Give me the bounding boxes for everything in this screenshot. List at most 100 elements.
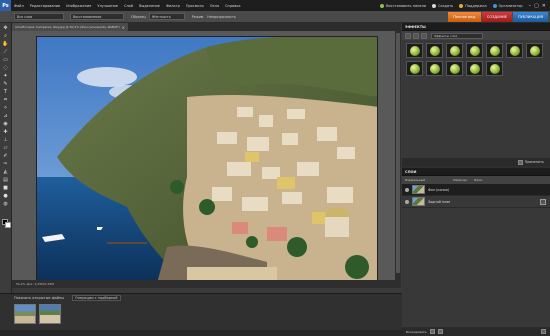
tab-edit[interactable]: Полное ред. (448, 12, 481, 22)
healing-brush-tool-icon[interactable]: ✚ (2, 128, 10, 135)
effect-preview-icon (489, 63, 500, 74)
document-tab[interactable]: Amalfi Coast, Campania, Italy.jpg @ 50,2… (12, 23, 129, 31)
menu-edit[interactable]: Редактирование (27, 4, 64, 8)
project-bin-thumbnails (0, 304, 402, 324)
menu-layer[interactable]: Слой (121, 4, 136, 8)
effect-thumbnail[interactable] (486, 61, 503, 76)
menu-enhance[interactable]: Улучшение (94, 4, 121, 8)
effect-thumbnail[interactable] (446, 61, 463, 76)
close-button[interactable]: ✕ (542, 3, 546, 9)
move-tool-icon[interactable]: ✥ (2, 24, 10, 31)
organizer-icon (492, 3, 497, 8)
effect-thumbnail[interactable] (466, 43, 483, 58)
marquee-tool-icon[interactable]: ▭ (2, 56, 10, 63)
crop-tool-icon[interactable]: ⌗ (2, 96, 10, 103)
sample-label: Образец (131, 14, 146, 19)
clone-stamp-tool-icon[interactable]: ⊥ (2, 136, 10, 143)
effect-thumbnail[interactable] (406, 43, 423, 58)
red-eye-tool-icon[interactable]: ◉ (2, 120, 10, 127)
menu-select[interactable]: Выделение (136, 4, 163, 8)
layer-row[interactable]: Фон (копия) (402, 184, 550, 196)
opacity-label: Непрозрачность (207, 14, 236, 19)
project-bin: Показать открытые файлы Операции с подбо… (0, 293, 402, 336)
effect-thumbnail[interactable] (426, 43, 443, 58)
layers-panel: СЛОИ Нормальный Непрозр.: Блок: Фон (коп… (402, 168, 550, 336)
menu-file[interactable]: Файл (11, 4, 27, 8)
show-open-files-label[interactable]: Показать открытые файлы (14, 296, 64, 300)
organizer-button[interactable]: Организатор (492, 3, 523, 8)
effect-thumbnail[interactable] (506, 43, 523, 58)
lasso-tool-icon[interactable]: ◌ (2, 64, 10, 71)
filters-icon[interactable] (405, 32, 411, 39)
layer-row[interactable]: Задний план (402, 196, 550, 208)
maximize-button[interactable]: ▢ (534, 3, 539, 9)
open-file-thumbnail[interactable] (39, 304, 61, 324)
background-color-swatch[interactable] (5, 222, 11, 228)
blur-tool-icon[interactable]: ● (2, 192, 10, 199)
scrollbar-thumb[interactable] (396, 33, 400, 273)
create-button[interactable]: Создать (432, 3, 453, 8)
quick-selection-tool-icon[interactable]: ✎ (2, 80, 10, 87)
layer-sample-field[interactable]: Все слои (14, 13, 64, 20)
close-icon[interactable]: ✕ (122, 25, 125, 30)
cookie-cutter-tool-icon[interactable]: ✧ (2, 104, 10, 111)
layer-styles-icon[interactable] (413, 32, 419, 39)
effect-thumbnail[interactable] (466, 61, 483, 76)
eyedropper-tool-icon[interactable]: ⟋ (2, 48, 10, 55)
support-button[interactable]: Поддержка (459, 3, 487, 8)
minimize-button[interactable]: – (529, 3, 532, 9)
image-canvas[interactable] (36, 36, 378, 282)
menu-image[interactable]: Изображение (63, 4, 94, 8)
menu-window[interactable]: Окно (207, 4, 222, 8)
sponge-tool-icon[interactable]: ◍ (2, 200, 10, 207)
bin-actions-select[interactable]: Операции с подборкой (72, 295, 121, 301)
layer-thumbnail (412, 185, 425, 194)
smart-brush-tool-icon[interactable]: ✑ (2, 160, 10, 167)
effect-thumbnail[interactable] (406, 61, 423, 76)
effects-panel-title[interactable]: ЭФФЕКТЫ (402, 23, 550, 31)
effects-grid (402, 40, 550, 79)
reset-panels-button[interactable]: Восстановить панели (380, 3, 426, 8)
gradient-tool-icon[interactable]: ▤ (2, 176, 10, 183)
hardness-field[interactable]: Жёсткость (148, 13, 185, 20)
layers-panel-title[interactable]: СЛОИ (402, 168, 550, 176)
eye-icon[interactable] (405, 199, 409, 204)
app-window: Ps Файл Редактирование Изображение Улучш… (0, 0, 550, 336)
support-icon (459, 3, 464, 8)
menu-view[interactable]: Просмотр (183, 4, 207, 8)
zoom-tool-icon[interactable]: ⌕ (2, 32, 10, 39)
effect-preview-icon (509, 45, 520, 56)
lock-all-icon[interactable] (438, 329, 444, 334)
effect-thumbnail[interactable] (446, 43, 463, 58)
menu-filter[interactable]: Фильтр (163, 4, 183, 8)
menu-help[interactable]: Справка (222, 4, 243, 8)
eraser-tool-icon[interactable]: ▱ (2, 144, 10, 151)
open-file-thumbnail[interactable] (14, 304, 36, 324)
delete-layer-icon[interactable] (541, 329, 546, 334)
shape-tool-icon[interactable]: ■ (2, 184, 10, 191)
tab-share[interactable]: ПУБЛИКАЦИЯ (512, 12, 548, 22)
straighten-tool-icon[interactable]: ⊿ (2, 112, 10, 119)
apply-button[interactable]: Применить (525, 160, 544, 164)
paint-bucket-tool-icon[interactable]: ◭ (2, 168, 10, 175)
hand-tool-icon[interactable]: ✋ (2, 40, 10, 47)
effect-thumbnail[interactable] (426, 61, 443, 76)
type-tool-icon[interactable]: T (2, 88, 10, 95)
apply-icon (517, 159, 523, 165)
tab-create[interactable]: СОЗДАНИЕ (481, 12, 512, 22)
photo-effects-icon[interactable] (421, 32, 427, 39)
create-icon (432, 3, 437, 8)
blend-mode-select[interactable]: Нормальный (405, 178, 425, 182)
mode-field[interactable]: Восстановление (70, 13, 124, 20)
effects-footer: Применить (402, 158, 550, 166)
lock-transparent-icon[interactable] (430, 329, 436, 334)
magic-wand-tool-icon[interactable]: ✦ (2, 72, 10, 79)
effect-preview-icon (409, 63, 420, 74)
brush-tool-icon[interactable]: ✐ (2, 152, 10, 159)
effect-thumbnail[interactable] (526, 43, 543, 58)
layers-options: Нормальный Непрозр.: Блок: (402, 176, 550, 184)
eye-icon[interactable] (405, 187, 409, 192)
vertical-scrollbar[interactable] (395, 31, 401, 280)
effect-thumbnail[interactable] (486, 43, 503, 58)
effects-category-select[interactable]: Эффекты слоя (431, 32, 483, 39)
